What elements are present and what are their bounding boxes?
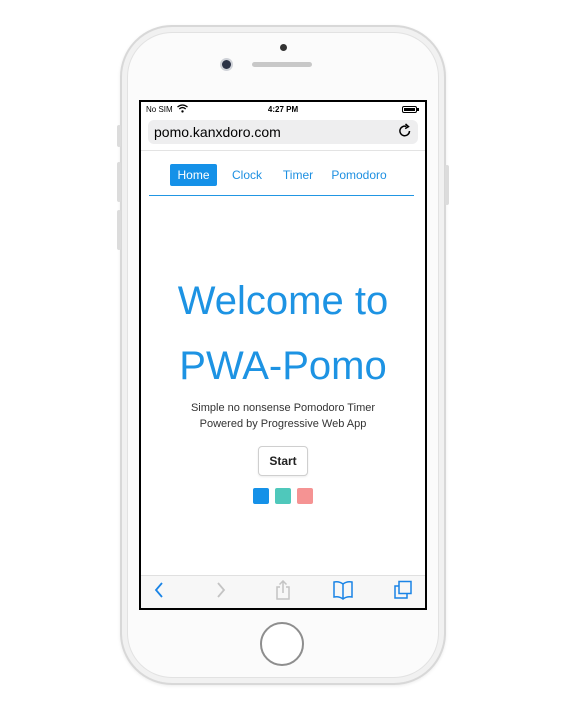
page-title-line-1: Welcome to xyxy=(177,279,389,323)
subtitle-line-2: Powered by Progressive Web App xyxy=(199,418,367,430)
theme-swatch-pink[interactable] xyxy=(297,488,313,504)
browser-separator xyxy=(141,150,425,151)
back-icon[interactable] xyxy=(153,580,169,602)
tabs-icon[interactable] xyxy=(393,580,413,602)
address-bar[interactable]: pomo.kanxdoro.com xyxy=(148,120,418,144)
theme-swatch-blue[interactable] xyxy=(253,488,269,504)
home-button[interactable] xyxy=(260,622,304,666)
tab-clock[interactable]: Clock xyxy=(225,164,269,186)
start-button[interactable]: Start xyxy=(258,446,308,476)
volume-down-button xyxy=(117,210,121,250)
front-camera xyxy=(222,60,231,69)
theme-swatch-teal[interactable] xyxy=(275,488,291,504)
earpiece-speaker xyxy=(252,62,312,67)
tab-pomodoro[interactable]: Pomodoro xyxy=(327,164,391,186)
page-title-line-2: PWA-Pomo xyxy=(179,344,387,388)
battery-tip xyxy=(417,108,419,111)
main-nav: Home Clock Timer Pomodoro xyxy=(149,163,414,196)
mute-switch xyxy=(117,125,121,147)
power-button xyxy=(445,165,449,205)
tab-timer[interactable]: Timer xyxy=(277,164,319,186)
battery-icon xyxy=(402,106,417,113)
volume-up-button xyxy=(117,162,121,202)
forward-icon[interactable] xyxy=(215,580,231,602)
url-text: pomo.kanxdoro.com xyxy=(154,124,281,140)
share-icon[interactable] xyxy=(275,580,293,602)
tab-home[interactable]: Home xyxy=(170,164,217,186)
browser-toolbar xyxy=(141,575,425,608)
bookmarks-icon[interactable] xyxy=(332,580,354,602)
sensor-dot xyxy=(280,44,287,51)
reload-icon[interactable] xyxy=(398,122,412,142)
status-time: 4:27 PM xyxy=(267,105,299,114)
status-bar: No SIM 4:27 PM xyxy=(141,102,425,118)
phone-screen: No SIM 4:27 PM pomo.kanxdoro.com Home Cl… xyxy=(139,100,427,610)
subtitle-line-1: Simple no nonsense Pomodoro Timer xyxy=(190,402,376,414)
